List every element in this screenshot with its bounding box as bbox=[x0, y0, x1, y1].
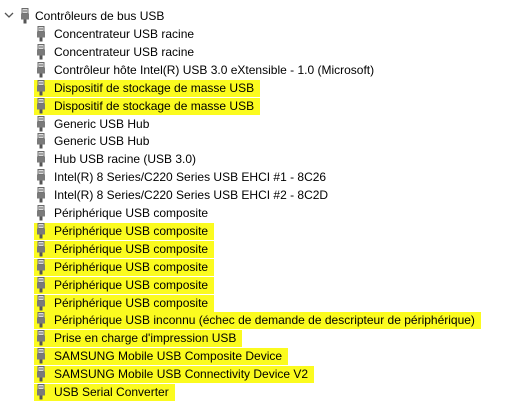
device-item[interactable]: Périphérique USB composite bbox=[34, 258, 215, 276]
device-item[interactable]: Intel(R) 8 Series/C220 Series USB EHCI #… bbox=[34, 168, 332, 186]
usb-device-icon bbox=[37, 330, 45, 346]
usb-device-icon bbox=[37, 80, 45, 96]
device-label: Dispositif de stockage de masse USB bbox=[54, 99, 255, 113]
device-item[interactable]: Prise en charge d'impression USB bbox=[34, 329, 243, 347]
usb-device-icon bbox=[37, 116, 45, 132]
device-label: Prise en charge d'impression USB bbox=[54, 331, 237, 345]
device-label: SAMSUNG Mobile USB Connectivity Device V… bbox=[54, 367, 309, 381]
device-label: Intel(R) 8 Series/C220 Series USB EHCI #… bbox=[54, 170, 327, 184]
device-item[interactable]: Périphérique USB composite bbox=[34, 204, 214, 222]
chevron-down-icon[interactable] bbox=[4, 10, 14, 20]
usb-device-icon bbox=[37, 366, 45, 382]
usb-device-icon bbox=[37, 312, 45, 328]
device-item[interactable]: Concentrateur USB racine bbox=[34, 25, 200, 43]
device-label: Concentrateur USB racine bbox=[54, 45, 195, 59]
device-label: Hub USB racine (USB 3.0) bbox=[54, 152, 197, 166]
device-item[interactable]: Dispositif de stockage de masse USB bbox=[34, 97, 261, 115]
device-label: Generic USB Hub bbox=[54, 134, 150, 148]
usb-connector-icon bbox=[21, 8, 29, 24]
device-item[interactable]: Périphérique USB inconnu (échec de deman… bbox=[34, 311, 481, 329]
device-item[interactable]: Concentrateur USB racine bbox=[34, 43, 200, 61]
usb-device-icon bbox=[37, 62, 45, 78]
device-label: Périphérique USB composite bbox=[54, 242, 209, 256]
device-label: Dispositif de stockage de masse USB bbox=[54, 81, 255, 95]
device-label: USB Serial Converter bbox=[54, 385, 169, 399]
usb-device-icon bbox=[37, 133, 45, 149]
category-label: Contrôleurs de bus USB bbox=[35, 9, 165, 23]
usb-device-icon bbox=[37, 223, 45, 239]
device-label: Périphérique USB composite bbox=[54, 206, 209, 220]
category-usb-controllers[interactable]: Contrôleurs de bus USB bbox=[0, 7, 220, 25]
usb-device-icon bbox=[37, 348, 45, 364]
device-label: Périphérique USB composite bbox=[54, 296, 209, 310]
usb-device-icon bbox=[37, 295, 45, 311]
device-item[interactable]: Intel(R) 8 Series/C220 Series USB EHCI #… bbox=[34, 186, 334, 204]
device-item[interactable]: Contrôleur hôte Intel(R) USB 3.0 eXtensi… bbox=[34, 61, 380, 79]
device-label: Périphérique USB inconnu (échec de deman… bbox=[54, 313, 475, 327]
device-item[interactable]: SAMSUNG Mobile USB Composite Device bbox=[34, 347, 289, 365]
device-label: Generic USB Hub bbox=[54, 117, 150, 131]
device-label: Périphérique USB composite bbox=[54, 278, 209, 292]
usb-device-icon bbox=[37, 26, 45, 42]
device-item[interactable]: USB Serial Converter bbox=[34, 383, 175, 401]
device-item[interactable]: Périphérique USB composite bbox=[34, 294, 215, 312]
usb-device-icon bbox=[37, 151, 45, 167]
device-item[interactable]: Périphérique USB composite bbox=[34, 222, 215, 240]
usb-device-icon bbox=[37, 259, 45, 275]
device-item[interactable]: Generic USB Hub bbox=[34, 115, 155, 133]
device-label: Périphérique USB composite bbox=[54, 224, 209, 238]
device-label: Périphérique USB composite bbox=[54, 260, 209, 274]
usb-device-icon bbox=[37, 384, 45, 400]
usb-device-icon bbox=[37, 169, 45, 185]
device-item[interactable]: Dispositif de stockage de masse USB bbox=[34, 79, 261, 97]
usb-device-icon bbox=[37, 44, 45, 60]
device-item[interactable]: SAMSUNG Mobile USB Connectivity Device V… bbox=[34, 365, 315, 383]
device-label: Intel(R) 8 Series/C220 Series USB EHCI #… bbox=[54, 188, 329, 202]
usb-device-icon bbox=[37, 277, 45, 293]
usb-device-icon bbox=[37, 205, 45, 221]
device-label: Contrôleur hôte Intel(R) USB 3.0 eXtensi… bbox=[54, 63, 375, 77]
device-label: Concentrateur USB racine bbox=[54, 27, 195, 41]
device-item[interactable]: Périphérique USB composite bbox=[34, 276, 215, 294]
device-label: SAMSUNG Mobile USB Composite Device bbox=[54, 349, 283, 363]
device-item[interactable]: Generic USB Hub bbox=[34, 132, 155, 150]
usb-device-icon bbox=[37, 187, 45, 203]
device-item[interactable]: Périphérique USB composite bbox=[34, 240, 215, 258]
device-item[interactable]: Hub USB racine (USB 3.0) bbox=[34, 150, 202, 168]
usb-device-icon bbox=[37, 241, 45, 257]
usb-device-icon bbox=[37, 98, 45, 114]
